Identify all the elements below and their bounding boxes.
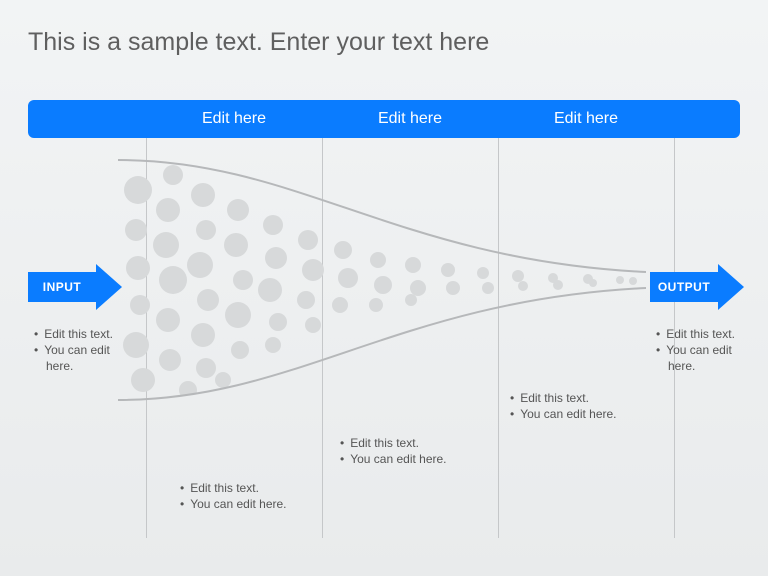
input-arrow-label[interactable]: INPUT [28,272,96,302]
output-arrow-label[interactable]: OUTPUT [650,272,718,302]
bullet-item: Edit this text. [180,480,340,496]
bullet-item: Edit this text. [656,326,766,342]
bullets-col3[interactable]: Edit this text. You can edit here. [510,390,670,422]
arrow-right-icon [96,264,122,310]
header-col-3[interactable]: Edit here [498,110,674,128]
bullet-item: You can edit [656,342,766,358]
bullet-cont: here. [34,358,144,374]
input-arrow: INPUT [28,264,124,310]
bullet-item: You can edit here. [180,496,340,512]
divider-line-2 [322,138,323,538]
bullet-item: You can edit here. [510,406,670,422]
header-bar: Edit here Edit here Edit here [28,100,740,138]
header-col-1[interactable]: Edit here [146,110,322,128]
arrow-right-icon [718,264,744,310]
header-col-2[interactable]: Edit here [322,110,498,128]
funnel-graphic [118,150,646,410]
divider-line-1 [146,138,147,538]
bullets-input[interactable]: Edit this text. You can edit here. [34,326,144,375]
bullet-item: Edit this text. [510,390,670,406]
bullet-cont: here. [656,358,766,374]
slide-title[interactable]: This is a sample text. Enter your text h… [28,28,489,57]
bullet-item: You can edit here. [340,451,500,467]
bullet-item: Edit this text. [340,435,500,451]
bullet-item: Edit this text. [34,326,144,342]
output-arrow: OUTPUT [650,264,746,310]
bullet-item: You can edit [34,342,144,358]
bullets-col2[interactable]: Edit this text. You can edit here. [340,435,500,467]
bullets-output[interactable]: Edit this text. You can edit here. [656,326,766,375]
bullets-col1[interactable]: Edit this text. You can edit here. [180,480,340,512]
divider-line-3 [498,138,499,538]
